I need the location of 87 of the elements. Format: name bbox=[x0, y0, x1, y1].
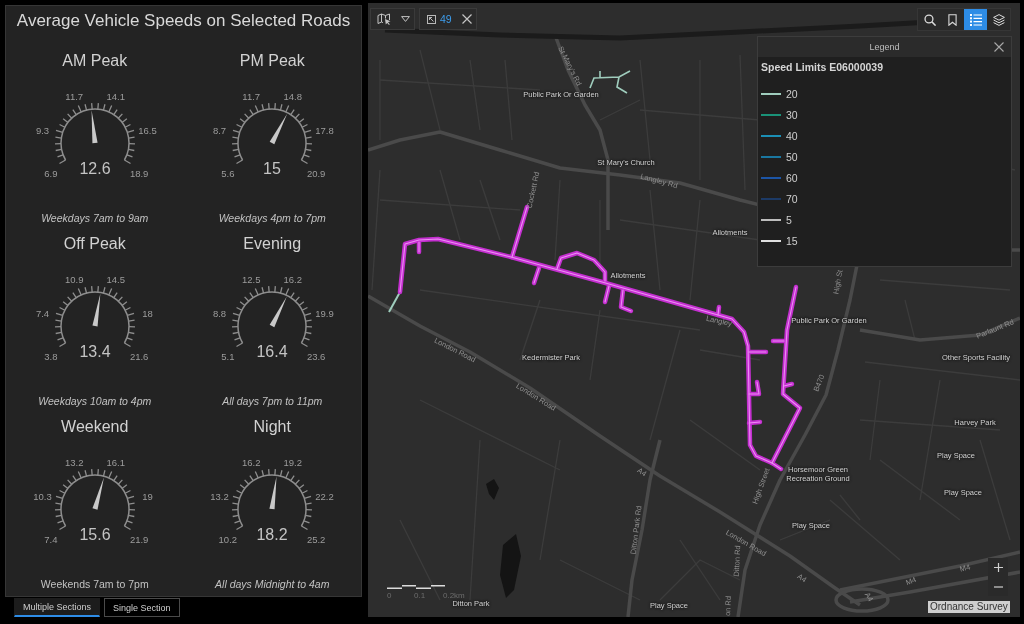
gauge-reading: 15 bbox=[263, 160, 282, 177]
legend-layer-title: Speed Limits E06000039 bbox=[761, 61, 884, 74]
gauge-title: AM Peak bbox=[62, 51, 128, 71]
street-map[interactable] bbox=[368, 3, 1020, 617]
legend-label: 5 bbox=[786, 213, 792, 226]
gauge-scale-label: 18 bbox=[141, 307, 153, 319]
gauge-scale-label: 11.7 bbox=[242, 90, 261, 102]
gauge-scale-label: 21.6 bbox=[129, 351, 149, 362]
gauge-scale-label: 17.8 bbox=[315, 124, 334, 136]
gauge-scale-label: 10.9 bbox=[64, 273, 84, 285]
gauge-scale-label: 11.7 bbox=[65, 90, 83, 102]
gauge-scale-label: 22.2 bbox=[315, 490, 334, 502]
gauge-scale-label: 23.6 bbox=[307, 351, 326, 362]
bookmark-icon[interactable] bbox=[948, 13, 957, 26]
section-tab[interactable]: Multiple Sections bbox=[14, 598, 101, 617]
gauge-scale-label: 10.2 bbox=[218, 534, 238, 545]
speed-limit-road bbox=[589, 70, 631, 94]
gauge-scale-label: 16.2 bbox=[283, 273, 303, 285]
scale-bar bbox=[387, 585, 445, 589]
section-tab[interactable]: Single Section bbox=[104, 598, 180, 617]
selection-count: 49 bbox=[440, 13, 452, 25]
legend-label: 50 bbox=[786, 150, 798, 163]
gauge-scale-label: 14.5 bbox=[106, 273, 125, 285]
legend-label: 40 bbox=[786, 129, 798, 142]
gauge-caption: Weekends 7am to 7pm bbox=[40, 577, 149, 592]
gauge-scale-label: 8.8 bbox=[213, 307, 227, 319]
gauge-reading: 12.6 bbox=[79, 160, 111, 177]
map-cursor-icon[interactable] bbox=[376, 13, 391, 25]
gauge-scale-label: 5.1 bbox=[221, 351, 235, 362]
speed-limit-road bbox=[388, 291, 401, 313]
gauge-scale-label: 10.3 bbox=[33, 490, 52, 502]
gauge-scale-label: 16.5 bbox=[138, 124, 157, 136]
map-attribution: Ordnance Survey bbox=[928, 601, 1010, 613]
gauge-title: Weekend bbox=[61, 417, 129, 437]
gauge-scale-label: 13.2 bbox=[210, 490, 229, 502]
caret-icon[interactable] bbox=[400, 16, 410, 22]
gauge-scale-label: 7.4 bbox=[43, 534, 58, 545]
plus-icon[interactable] bbox=[993, 563, 1003, 572]
legend-label: 30 bbox=[786, 108, 798, 121]
gauge-caption: All days Midnight to 4am bbox=[215, 577, 330, 592]
gauge-scale-label: 3.8 bbox=[43, 351, 58, 362]
legend-label: 60 bbox=[786, 171, 798, 184]
gauge-scale-label: 9.3 bbox=[35, 124, 49, 136]
gauge-scale-label: 13.2 bbox=[64, 456, 84, 468]
gauge-scale-label: 19 bbox=[141, 490, 153, 502]
gauge-scale-label: 16.2 bbox=[242, 456, 261, 468]
gauge-scale-label: 5.6 bbox=[221, 168, 235, 179]
street bbox=[699, 349, 761, 361]
gauge-scale-label: 18.9 bbox=[129, 168, 149, 179]
gauge-reading: 13.4 bbox=[79, 343, 111, 360]
gauge-caption: Weekdays 4pm to 7pm bbox=[218, 211, 326, 226]
gauge-reading: 16.4 bbox=[256, 343, 288, 360]
gauge-title: Off Peak bbox=[63, 234, 126, 254]
gauge-scale-label: 20.9 bbox=[307, 168, 326, 179]
gauge-scale-label: 14.1 bbox=[106, 90, 125, 102]
gauge-scale-label: 19.9 bbox=[315, 307, 334, 319]
select-box-icon bbox=[427, 14, 436, 24]
gauge-scale-label: 25.2 bbox=[307, 534, 326, 545]
gauge-scale-label: 14.8 bbox=[283, 90, 303, 102]
gauge-scale-label: 7.4 bbox=[35, 307, 49, 319]
legend-title: Legend bbox=[869, 42, 900, 52]
gauge-scale-label: 8.7 bbox=[213, 124, 227, 136]
legend-label: 15 bbox=[786, 234, 798, 247]
roundabout bbox=[834, 587, 890, 613]
gauge-title: Evening bbox=[243, 234, 302, 254]
gauge-caption: All days 7pm to 11pm bbox=[222, 394, 323, 409]
gauge-title: Night bbox=[253, 417, 291, 437]
minus-icon[interactable] bbox=[993, 585, 1003, 588]
gauge-title: PM Peak bbox=[239, 51, 305, 71]
gauge-scale-label: 6.9 bbox=[43, 168, 58, 179]
gauge-scale-label: 19.2 bbox=[283, 456, 303, 468]
gauge-scale-label: 21.9 bbox=[129, 534, 149, 545]
gauge-scale-label: 16.1 bbox=[106, 456, 125, 468]
gauge-reading: 18.2 bbox=[256, 526, 288, 543]
panel-title: Average Vehicle Speeds on Selected Roads bbox=[15, 10, 352, 32]
lake bbox=[486, 479, 499, 500]
gauge-scale-label: 12.5 bbox=[242, 273, 261, 285]
gauge-caption: Weekdays 7am to 9am bbox=[41, 211, 149, 226]
list-icon[interactable] bbox=[969, 13, 982, 26]
legend-label: 20 bbox=[786, 87, 798, 100]
close-icon[interactable] bbox=[461, 14, 472, 24]
gauge-caption: Weekdays 10am to 4pm bbox=[38, 394, 152, 409]
lake bbox=[500, 534, 521, 598]
gauge-reading: 15.6 bbox=[79, 526, 111, 543]
legend-label: 70 bbox=[786, 192, 798, 205]
search-icon[interactable] bbox=[923, 13, 936, 26]
layers-icon[interactable] bbox=[992, 13, 1005, 26]
